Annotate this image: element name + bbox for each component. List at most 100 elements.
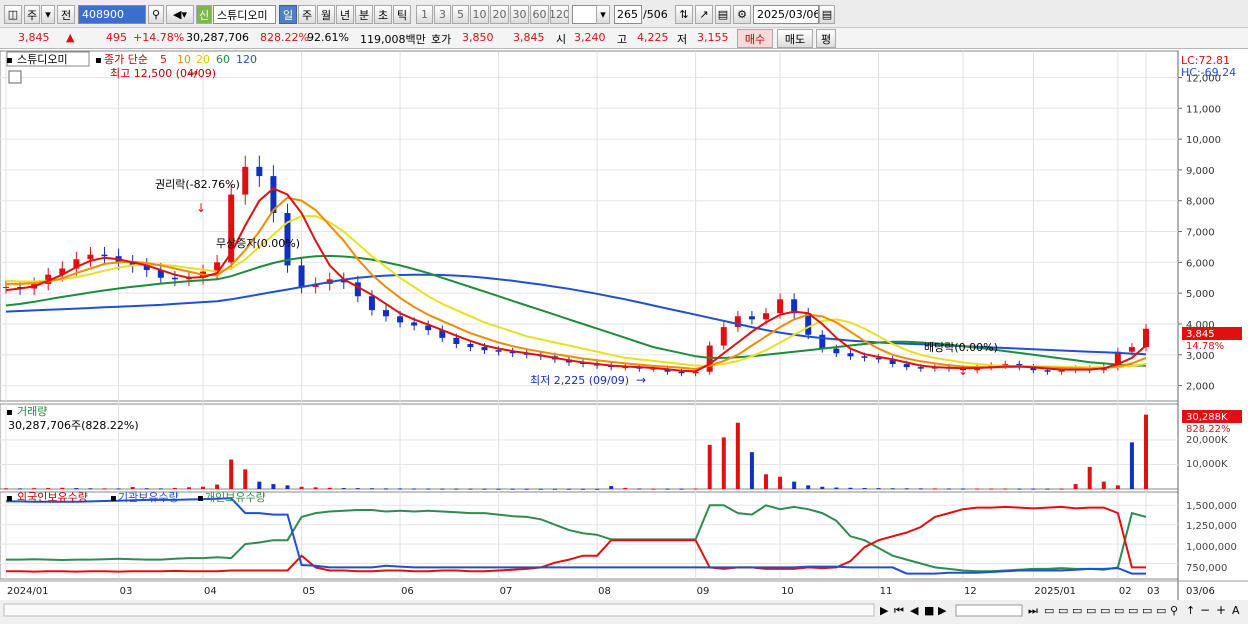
scroll-track[interactable]	[3, 603, 875, 617]
menu-icon[interactable]: ▪	[197, 493, 204, 504]
volume-bar	[158, 488, 163, 490]
zoom-out-icon[interactable]: −	[1200, 603, 1210, 617]
sell-button[interactable]: 매도	[777, 29, 813, 48]
table-icon[interactable]	[8, 70, 22, 84]
buy-button[interactable]: 매수	[737, 29, 773, 48]
low-label: 저	[677, 33, 688, 46]
volume-bar	[1087, 466, 1092, 489]
eval-button[interactable]: 평	[816, 29, 836, 48]
period-button-1[interactable]: 주	[298, 5, 316, 24]
menu-icon[interactable]: ▪	[6, 407, 13, 418]
candle-body	[242, 166, 249, 195]
volume-bar	[665, 488, 670, 490]
interval-button-0[interactable]: 1	[416, 5, 433, 24]
scroll-up-icon[interactable]: ↑	[1186, 604, 1195, 617]
menu-icon[interactable]: ▪	[6, 55, 13, 66]
x-tick-label: 08	[598, 586, 611, 597]
zoom-in-icon[interactable]: +	[1216, 603, 1226, 617]
volume-bar	[341, 488, 346, 490]
market-select[interactable]: 주	[24, 5, 40, 24]
volume-bar	[243, 469, 248, 489]
prev-icon[interactable]: ◀	[910, 604, 919, 617]
volume-bar	[890, 488, 895, 490]
interval-input[interactable]	[572, 5, 598, 24]
menu-icon[interactable]: ▪	[95, 55, 102, 66]
window-icon[interactable]: ▭	[1142, 604, 1152, 617]
candle-body	[256, 166, 263, 177]
volume-bar	[299, 486, 304, 489]
next-icon[interactable]: ▶	[938, 604, 947, 617]
type-select[interactable]: 전	[57, 5, 75, 24]
volume-bar	[1017, 488, 1022, 490]
interval-button-2[interactable]: 5	[452, 5, 469, 24]
link-icon[interactable]: ⇅	[675, 5, 693, 24]
candle-body	[1143, 328, 1149, 348]
window-icon[interactable]: ▭	[1100, 604, 1110, 617]
gear-icon[interactable]: ⚙	[733, 5, 751, 24]
price-tick-label: 8,000	[1186, 197, 1215, 208]
new-badge: 신	[196, 5, 212, 24]
window-icon[interactable]: ▭	[1072, 604, 1082, 617]
volume-bar	[412, 488, 417, 490]
auto-scale-icon[interactable]: A	[1232, 604, 1240, 617]
calendar-icon[interactable]: ▤	[819, 5, 835, 24]
interval-button-6[interactable]: 60	[530, 5, 549, 24]
period-button-4[interactable]: 분	[355, 5, 373, 24]
candle-body	[1044, 370, 1051, 372]
legend-individual: 개인보유수량	[205, 491, 266, 504]
window-icon[interactable]: ▭	[1114, 604, 1124, 617]
volume-bar	[355, 488, 360, 490]
volume-bar	[538, 488, 543, 490]
code-input[interactable]: 408900	[78, 5, 146, 24]
search-icon[interactable]: ⚲	[1170, 604, 1178, 617]
period-button-2[interactable]: 월	[317, 5, 335, 24]
search-icon[interactable]: ⚲	[148, 5, 164, 24]
menu-icon[interactable]: ▪	[110, 493, 117, 504]
last-icon[interactable]: ⏭	[1028, 604, 1038, 617]
interval-button-5[interactable]: 30	[510, 5, 529, 24]
menu-icon[interactable]: ▪	[6, 493, 13, 504]
date-input[interactable]: 2025/03/06	[753, 5, 819, 24]
trade-amount: 119,008백만	[360, 33, 426, 46]
window-icon[interactable]: ◫	[4, 5, 22, 24]
window-icon[interactable]: ▭	[1044, 604, 1054, 617]
chevron-down-icon[interactable]: ▾	[596, 5, 610, 24]
interval-button-4[interactable]: 20	[490, 5, 509, 24]
first-icon[interactable]: ⏮	[894, 604, 904, 617]
chevron-down-icon[interactable]: ▾	[41, 5, 55, 24]
price: 3,845	[18, 31, 50, 44]
change: 495	[106, 31, 127, 44]
chart-title: 스튜디오미	[17, 53, 68, 66]
interval-button-3[interactable]: 10	[470, 5, 489, 24]
candle-body	[453, 337, 460, 344]
period-button-6[interactable]: 틱	[393, 5, 411, 24]
save-icon[interactable]: ▤	[715, 5, 731, 24]
window-icon[interactable]: ▭	[1156, 604, 1166, 617]
play-icon[interactable]: ▶	[880, 604, 889, 617]
count-input[interactable]: 265	[614, 5, 642, 24]
volume-bar	[271, 484, 276, 489]
volume-bar	[426, 488, 431, 490]
legend-ma20: 20	[196, 53, 210, 66]
window-icon[interactable]: ▭	[1058, 604, 1068, 617]
volume-bar	[834, 487, 839, 489]
hold-tick-1000000: 1,000,000	[1186, 542, 1237, 553]
window-icon[interactable]: ▭	[1128, 604, 1138, 617]
volume-bar	[454, 488, 459, 490]
stop-icon[interactable]: ■	[924, 604, 934, 617]
draw-icon[interactable]: ↗	[695, 5, 713, 24]
interval-button-7[interactable]: 120	[550, 5, 569, 24]
period-button-5[interactable]: 초	[374, 5, 392, 24]
period-button-3[interactable]: 년	[336, 5, 354, 24]
period-button-0[interactable]: 일	[279, 5, 297, 24]
bonus-annotation: 무상증자(0.00%)	[216, 237, 300, 250]
volume-bar	[1115, 485, 1120, 489]
zoom-slider[interactable]	[955, 604, 1023, 617]
interval-button-1[interactable]: 3	[434, 5, 451, 24]
volume-bar	[637, 488, 642, 490]
window-icon[interactable]: ▭	[1086, 604, 1096, 617]
volume-bar	[1003, 488, 1008, 490]
sound-icon[interactable]: ◀▾	[166, 5, 194, 24]
volume-bar	[679, 488, 684, 490]
x-tick-label: 02	[1119, 586, 1132, 597]
